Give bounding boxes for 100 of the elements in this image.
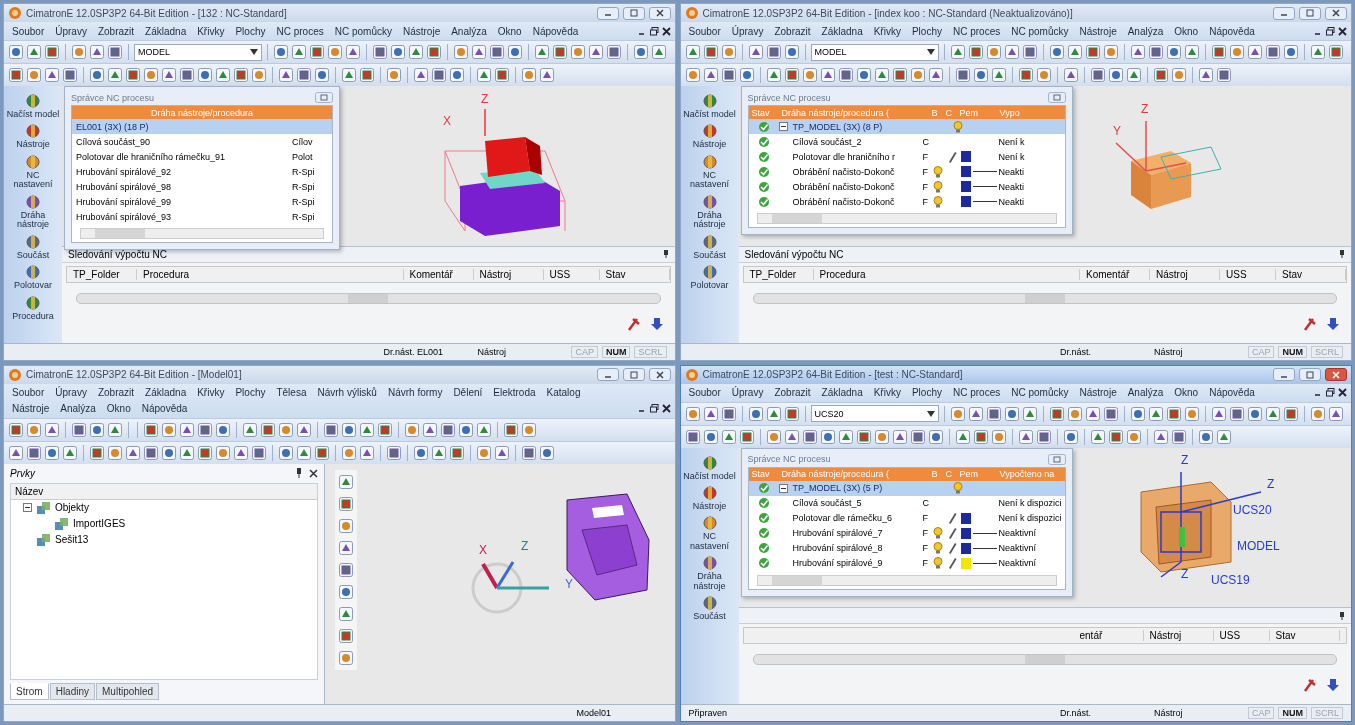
menu-item[interactable]: Nástroje <box>1075 24 1121 38</box>
menu-item[interactable]: NC proces <box>272 24 328 38</box>
menu-item[interactable]: Zobrazit <box>93 24 139 38</box>
tree-row[interactable]: Polotovar dle rámečku_6 F Není k dispozici <box>748 510 1065 526</box>
menu-item[interactable]: Okno <box>1170 386 1203 399</box>
menu-item[interactable]: Analýza <box>447 24 491 38</box>
menu-item[interactable]: Zobrazit <box>770 386 815 399</box>
menu-item[interactable]: Analýza <box>56 402 100 415</box>
menu-item[interactable]: NC proces <box>948 24 1005 38</box>
side-button[interactable]: Procedura <box>6 293 60 321</box>
column-header[interactable]: USS <box>1213 630 1270 641</box>
menu-item[interactable]: Nástroje <box>8 402 54 415</box>
view-dropdown[interactable]: UCS20 <box>810 405 939 422</box>
column-header[interactable]: Název <box>11 483 317 500</box>
side-button[interactable]: NC nastavení <box>6 152 60 190</box>
column-header[interactable]: Nástroj <box>473 268 544 280</box>
menu-item[interactable]: Základna <box>817 386 867 399</box>
column-header[interactable]: Komentář <box>403 268 474 280</box>
menu-item[interactable]: Úpravy <box>51 24 91 38</box>
column-header[interactable]: Nástroj <box>1143 630 1214 641</box>
column-header[interactable]: Stav <box>1269 630 1340 641</box>
menu-item[interactable]: Křivky <box>869 24 905 38</box>
column-header[interactable]: USS <box>1220 268 1276 280</box>
menu-item[interactable]: Křivky <box>869 386 905 399</box>
view-dropdown[interactable]: MODEL <box>810 43 939 61</box>
side-button[interactable]: Součást <box>682 232 737 261</box>
tree-item[interactable]: ImportIGES <box>73 518 126 529</box>
tree-row[interactable]: Polotovar dle hraničního r F Není k <box>748 149 1065 164</box>
tree-row[interactable]: Obrábění načisto-Dokonč F Neakti <box>748 179 1065 194</box>
menu-item[interactable]: Úpravy <box>727 386 768 399</box>
tree-row[interactable]: Obrábění načisto-Dokonč F Neakti <box>748 194 1065 209</box>
menu-item[interactable]: Okno <box>102 402 135 415</box>
menu-item[interactable]: Nápověda <box>137 402 192 415</box>
menu-item[interactable]: Soubor <box>8 24 49 38</box>
menu-item[interactable]: Elektroda <box>489 386 540 399</box>
view-dropdown[interactable]: MODEL <box>134 43 262 61</box>
column-header[interactable]: Komentář <box>1080 268 1150 280</box>
menu-item[interactable]: Nápověda <box>528 24 583 38</box>
menu-item[interactable]: Plochy <box>231 386 270 399</box>
tab[interactable]: Strom <box>10 683 49 700</box>
tree-row[interactable]: Cílová součást_5 C Není k dispozici <box>748 495 1065 511</box>
column-header[interactable]: Procedura <box>137 268 404 280</box>
menu-item[interactable]: NC pomůcky <box>330 24 396 38</box>
column-header[interactable]: Procedura <box>813 268 1080 280</box>
side-button[interactable]: Dráha nástroje <box>682 192 737 230</box>
menu-item[interactable]: Okno <box>1170 24 1203 38</box>
column-header[interactable]: TP_Folder <box>743 268 814 280</box>
menu-item[interactable]: Soubor <box>684 386 725 399</box>
side-button[interactable]: Polotovar <box>6 263 60 291</box>
menu-item[interactable]: Základna <box>141 386 191 399</box>
side-button[interactable]: Dráha nástroje <box>682 554 737 592</box>
menu-item[interactable]: Návrh formy <box>383 386 447 399</box>
menu-item[interactable]: Plochy <box>231 24 270 38</box>
menu-item[interactable]: Dělení <box>449 386 487 399</box>
tree-row[interactable]: Hrubování spirálové_9 F Neaktivní <box>748 555 1065 571</box>
side-button[interactable]: Nástroje <box>682 483 737 512</box>
menu-item[interactable]: Zobrazit <box>770 24 815 38</box>
column-header[interactable]: USS <box>543 268 600 280</box>
menu-item[interactable]: Soubor <box>684 24 725 38</box>
menu-item[interactable]: Úpravy <box>51 386 91 399</box>
menu-item[interactable]: Základna <box>141 24 191 38</box>
side-button[interactable]: Součást <box>6 232 60 261</box>
tree-row[interactable]: Hrubování spirálové_99 R-Spi <box>72 194 332 209</box>
tree-row[interactable]: Hrubování spirálové_92 R-Spi <box>72 164 332 179</box>
side-button[interactable]: Nástroje <box>6 122 60 150</box>
menu-item[interactable]: NC pomůcky <box>1007 24 1073 38</box>
menu-item[interactable]: Křivky <box>193 24 229 38</box>
tree-item[interactable]: Sešit13 <box>55 534 89 545</box>
side-button[interactable]: Načíst model <box>6 92 60 120</box>
tree-row[interactable]: Hrubování spirálové_7 F Neaktivní <box>748 525 1065 541</box>
tree-row[interactable]: Cílová součást_2 C Není k <box>748 134 1065 149</box>
column-header[interactable]: entář <box>1073 630 1144 641</box>
menu-item[interactable]: Nástroje <box>398 24 445 38</box>
menu-item[interactable]: Plochy <box>907 386 946 399</box>
tree-row[interactable]: Cílová součást_90 Cílov <box>72 134 332 149</box>
menu-item[interactable]: Úpravy <box>727 24 768 38</box>
menu-item[interactable]: NC proces <box>948 386 1005 399</box>
tree-row[interactable]: TP_MODEL (3X) (8 P) <box>748 119 1065 134</box>
menu-item[interactable]: Zobrazit <box>93 386 139 399</box>
menu-item[interactable]: Návrh výlisků <box>313 386 381 399</box>
menu-item[interactable]: Analýza <box>1123 24 1168 38</box>
tab[interactable]: Multipohled <box>96 683 160 700</box>
tree-row[interactable]: Obrábění načisto-Dokonč F Neakti <box>748 164 1065 179</box>
tab[interactable]: Hladiny <box>49 683 96 700</box>
menu-item[interactable]: Tělesa <box>272 386 311 399</box>
column-header[interactable]: TP_Folder <box>67 268 137 280</box>
menu-item[interactable]: Analýza <box>1123 386 1168 399</box>
menu-item[interactable]: Okno <box>493 24 526 38</box>
tree-row[interactable]: EL001 (3X) (18 P) <box>72 119 332 134</box>
side-button[interactable]: Načíst model <box>682 453 737 481</box>
column-header[interactable]: Stav <box>1276 268 1346 280</box>
side-button[interactable]: Součást <box>682 594 737 622</box>
column-header[interactable]: Stav <box>599 268 670 280</box>
menu-item[interactable]: Plochy <box>907 24 946 38</box>
tree-row[interactable]: Polotovar dle hraničního rámečku_91 Polot <box>72 149 332 164</box>
side-button[interactable]: Polotovar <box>682 263 737 291</box>
side-button[interactable]: NC nastavení <box>682 152 737 190</box>
column-header[interactable]: Nástroj <box>1150 268 1220 280</box>
side-button[interactable]: Nástroje <box>682 122 737 150</box>
menu-item[interactable]: Katalog <box>542 386 585 399</box>
